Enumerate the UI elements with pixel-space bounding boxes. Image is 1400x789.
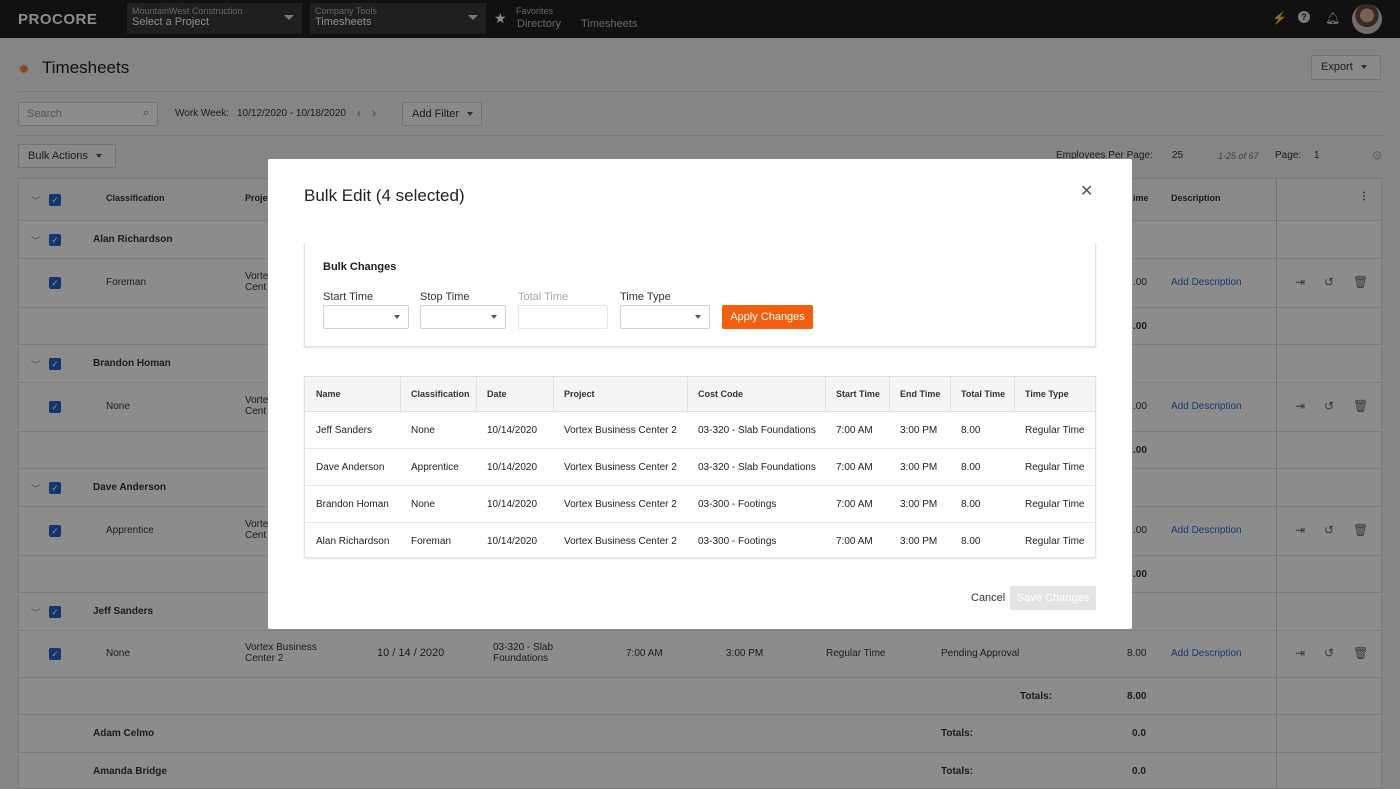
total-time-field (518, 305, 608, 329)
classification-cell: None (411, 499, 435, 510)
name-cell: Dave Anderson (316, 462, 385, 473)
date-cell: 10/14/2020 (487, 536, 538, 547)
classification-cell: Apprentice (411, 462, 459, 473)
table-row: Alan Richardson Foreman 10/14/2020 Vorte… (305, 523, 1095, 560)
column-divider (950, 377, 951, 412)
column-divider (687, 377, 688, 412)
end-time-cell: 3:00 PM (900, 462, 938, 473)
cost-code-cell: 03-300 - Footings (698, 499, 777, 510)
column-header: Total Time (961, 389, 1006, 399)
chevron-down-icon (695, 315, 701, 319)
total-time-cell: 8.00 (961, 425, 981, 436)
cost-code-cell: 03-320 - Slab Foundations (698, 425, 816, 436)
column-header: Name (316, 389, 341, 399)
column-header: Project (564, 389, 595, 399)
apply-changes-button[interactable]: Apply Changes (722, 305, 813, 329)
project-cell: Vortex Business Center 2 (564, 536, 677, 547)
table-row: Dave Anderson Apprentice 10/14/2020 Vort… (305, 449, 1095, 486)
table-header-row: Name Classification Date Project Cost Co… (305, 377, 1095, 412)
date-cell: 10/14/2020 (487, 462, 538, 473)
end-time-cell: 3:00 PM (900, 536, 938, 547)
start-time-select[interactable] (323, 305, 409, 329)
column-divider (889, 377, 890, 412)
time-type-cell: Regular Time (1025, 499, 1085, 510)
cost-code-cell: 03-300 - Footings (698, 536, 777, 547)
panel-title: Bulk Changes (323, 261, 397, 273)
time-type-cell: Regular Time (1025, 462, 1085, 473)
total-time-cell: 8.00 (961, 499, 981, 510)
project-cell: Vortex Business Center 2 (564, 499, 677, 510)
chevron-down-icon (491, 315, 497, 319)
column-header: Time Type (1025, 389, 1069, 399)
cancel-button[interactable]: Cancel (971, 592, 1005, 604)
column-divider (476, 377, 477, 412)
chevron-down-icon (394, 315, 400, 319)
start-time-cell: 7:00 AM (836, 462, 873, 473)
close-icon[interactable]: ✕ (1080, 181, 1093, 201)
column-header: Start Time (836, 389, 880, 399)
project-cell: Vortex Business Center 2 (564, 425, 677, 436)
total-time-label: Total Time (518, 291, 569, 303)
name-cell: Jeff Sanders (316, 425, 372, 436)
total-time-cell: 8.00 (961, 462, 981, 473)
stop-time-select[interactable] (420, 305, 506, 329)
selected-timecards-table: Name Classification Date Project Cost Co… (304, 376, 1096, 558)
bulk-edit-modal: Bulk Edit (4 selected) ✕ Bulk Changes St… (268, 159, 1132, 629)
column-header: Classification (411, 389, 470, 399)
end-time-cell: 3:00 PM (900, 425, 938, 436)
name-cell: Brandon Homan (316, 499, 389, 510)
bulk-changes-panel: Bulk Changes Start Time Stop Time Total … (304, 243, 1096, 347)
name-cell: Alan Richardson (316, 536, 390, 547)
classification-cell: None (411, 425, 435, 436)
project-cell: Vortex Business Center 2 (564, 462, 677, 473)
time-type-cell: Regular Time (1025, 425, 1085, 436)
column-header: End Time (900, 389, 941, 399)
column-divider (400, 377, 401, 412)
time-type-select[interactable] (620, 305, 710, 329)
total-time-cell: 8.00 (961, 536, 981, 547)
column-header: Date (487, 389, 507, 399)
date-cell: 10/14/2020 (487, 499, 538, 510)
table-row: Brandon Homan None 10/14/2020 Vortex Bus… (305, 486, 1095, 523)
column-divider (1014, 377, 1015, 412)
time-type-cell: Regular Time (1025, 536, 1085, 547)
column-header: Cost Code (698, 389, 743, 399)
date-cell: 10/14/2020 (487, 425, 538, 436)
time-type-label: Time Type (620, 291, 671, 303)
classification-cell: Foreman (411, 536, 452, 547)
start-time-cell: 7:00 AM (836, 536, 873, 547)
column-divider (825, 377, 826, 412)
start-time-label: Start Time (323, 291, 374, 303)
column-divider (553, 377, 554, 412)
save-changes-button[interactable]: Save Changes (1010, 586, 1096, 610)
start-time-cell: 7:00 AM (836, 499, 873, 510)
table-row: Jeff Sanders None 10/14/2020 Vortex Busi… (305, 412, 1095, 449)
end-time-cell: 3:00 PM (900, 499, 938, 510)
stop-time-label: Stop Time (420, 291, 470, 303)
cost-code-cell: 03-320 - Slab Foundations (698, 462, 816, 473)
modal-title: Bulk Edit (4 selected) (304, 186, 465, 205)
start-time-cell: 7:00 AM (836, 425, 873, 436)
